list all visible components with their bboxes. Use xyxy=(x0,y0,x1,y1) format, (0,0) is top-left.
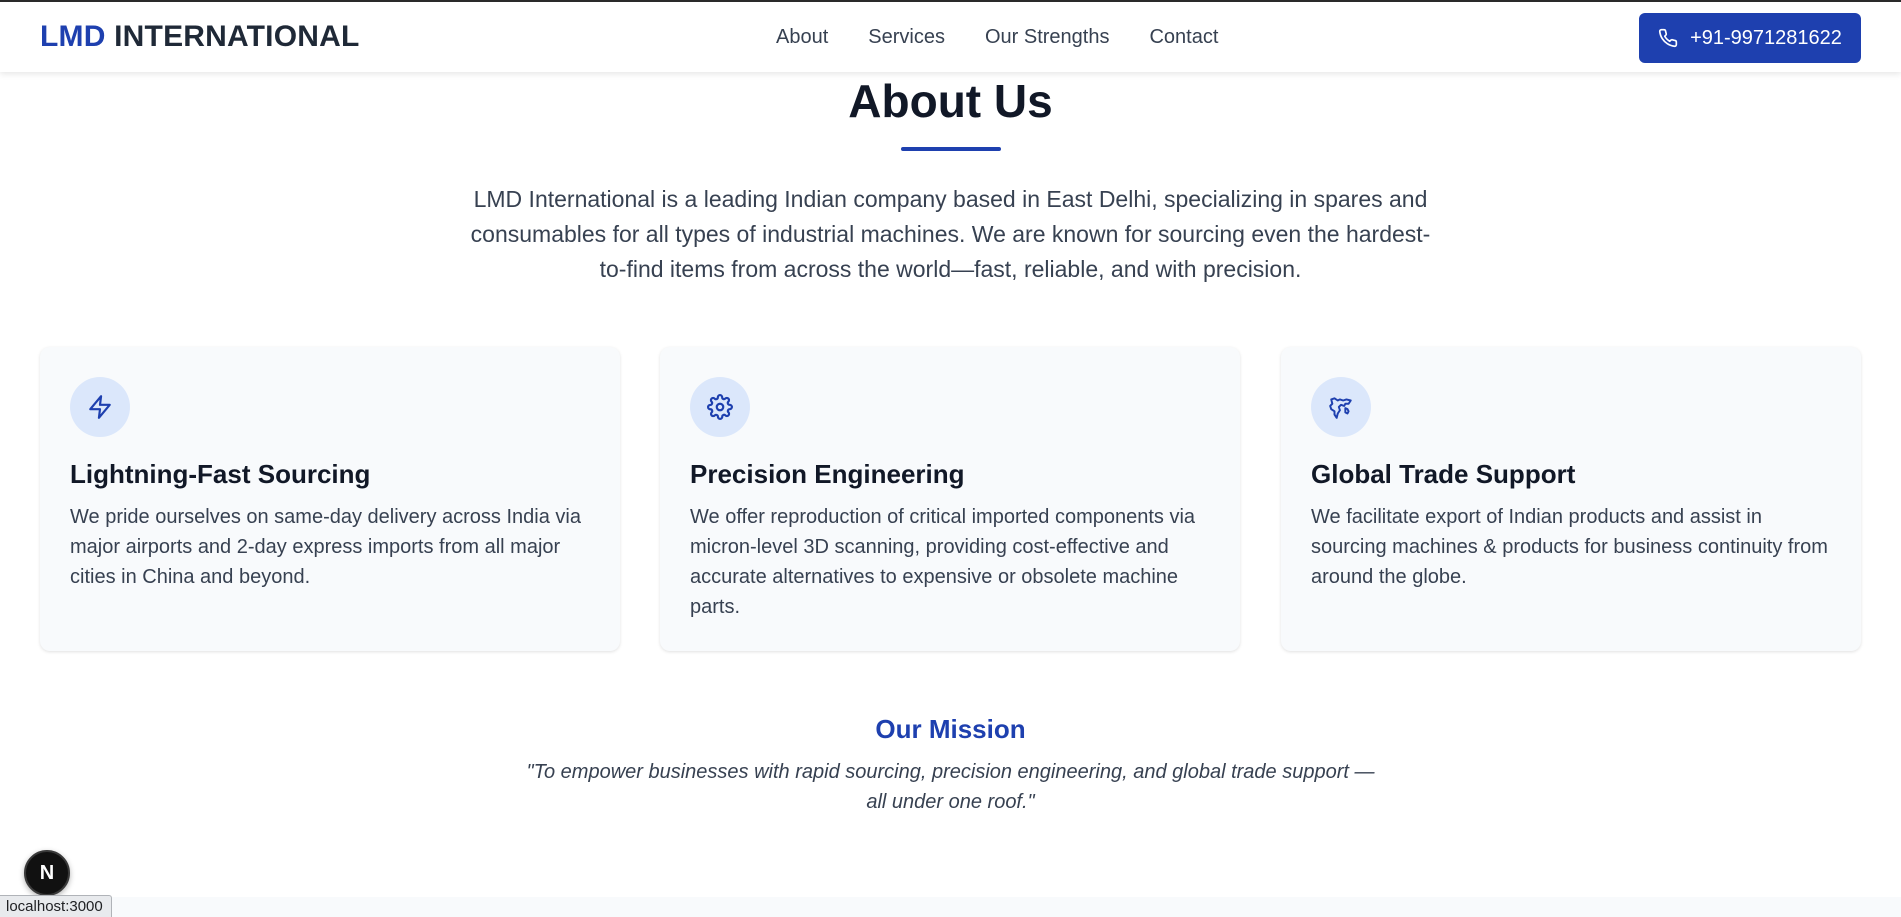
feature-card-global-trade: Global Trade Support We facilitate expor… xyxy=(1281,347,1861,651)
mission-quote: "To empower businesses with rapid sourci… xyxy=(526,761,1375,813)
feature-title: Lightning-Fast Sourcing xyxy=(70,459,371,489)
logo-name: INTERNATIONAL xyxy=(114,20,360,53)
feature-title: Global Trade Support xyxy=(1311,459,1576,489)
feature-text: We facilitate export of Indian products … xyxy=(1311,506,1828,588)
site-logo[interactable]: LMD INTERNATIONAL xyxy=(40,20,360,54)
phone-number: +91-9971281622 xyxy=(1690,26,1842,49)
nav-link-our-strengths[interactable]: Our Strengths xyxy=(985,26,1110,49)
status-bar-url: localhost:3000 xyxy=(0,895,112,917)
feature-text: We pride ourselves on same-day delivery … xyxy=(70,506,581,588)
nav-link-services[interactable]: Services xyxy=(868,26,945,49)
about-description: LMD International is a leading Indian co… xyxy=(470,186,1431,282)
world-map-icon xyxy=(1311,377,1371,437)
feature-text: We offer reproduction of critical import… xyxy=(690,506,1196,618)
main-nav: About Services Our Strengths Contact xyxy=(776,26,1218,49)
navbar: LMD INTERNATIONAL About Services Our Str… xyxy=(0,2,1901,72)
phone-icon xyxy=(1659,28,1678,48)
title-underline xyxy=(901,147,1001,151)
nav-link-contact[interactable]: Contact xyxy=(1149,26,1218,49)
feature-card-sourcing: Lightning-Fast Sourcing We pride ourselv… xyxy=(40,347,620,651)
about-title: About Us xyxy=(848,75,1053,127)
gear-icon xyxy=(690,377,750,437)
nav-link-about[interactable]: About xyxy=(776,26,828,49)
lightning-icon xyxy=(70,377,130,437)
mission-title: Our Mission xyxy=(875,714,1026,744)
nextjs-dev-badge[interactable]: N xyxy=(24,850,70,896)
call-phone-button[interactable]: +91-9971281622 xyxy=(1639,13,1861,63)
next-section-edge xyxy=(0,897,1901,917)
feature-card-engineering: Precision Engineering We offer reproduct… xyxy=(660,347,1240,651)
feature-title: Precision Engineering xyxy=(690,459,965,489)
logo-brand: LMD xyxy=(40,20,106,53)
